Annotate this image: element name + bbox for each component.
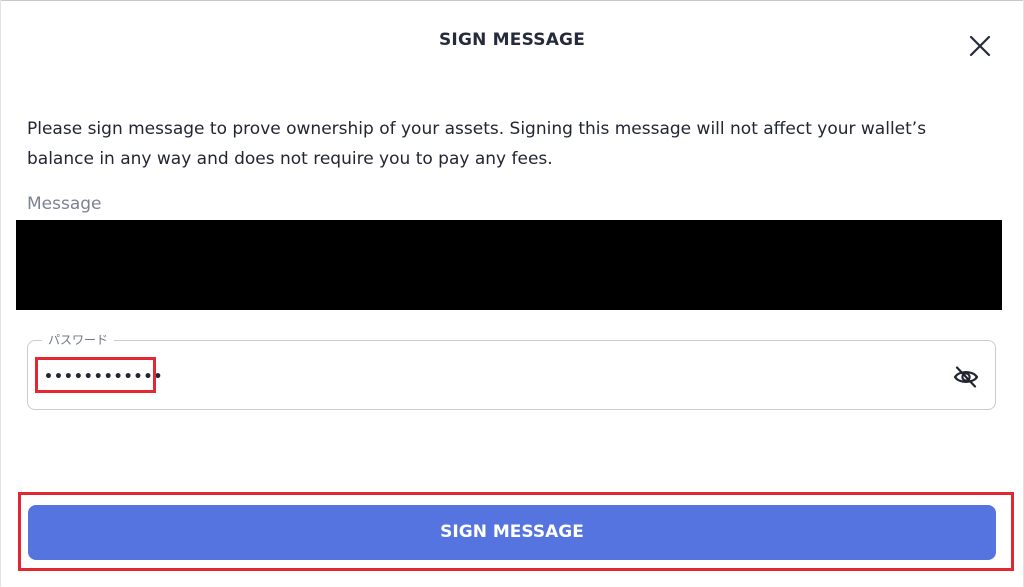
password-input[interactable]: [42, 363, 846, 391]
sign-message-dialog: SIGN MESSAGE Please sign message to prov…: [0, 0, 1024, 587]
close-icon: [969, 35, 991, 57]
password-highlight-box: [35, 357, 156, 393]
message-content-redacted: [16, 220, 1002, 310]
toggle-password-visibility-button[interactable]: [952, 363, 980, 391]
close-button[interactable]: [966, 32, 994, 60]
dialog-description: Please sign message to prove ownership o…: [27, 119, 927, 169]
message-label: Message: [27, 194, 102, 214]
dialog-left-border: [0, 0, 1, 587]
password-field[interactable]: パスワード: [27, 331, 996, 410]
dialog-title: SIGN MESSAGE: [438, 30, 586, 50]
dialog-top-border: [0, 0, 1024, 1]
password-label: パスワード: [42, 331, 115, 349]
sign-button-highlight-box: [18, 492, 1014, 571]
eye-off-icon: [953, 366, 979, 388]
